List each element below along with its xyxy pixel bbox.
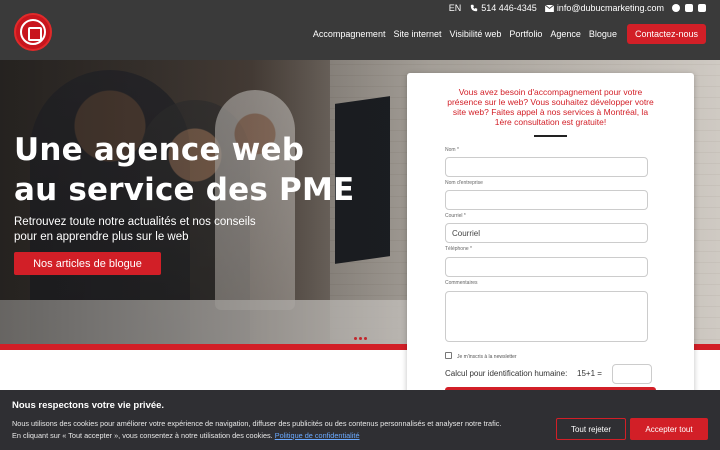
contact-form-card: Vous avez besoin d'accompagnement pour v… bbox=[407, 73, 694, 403]
newsletter-checkbox[interactable] bbox=[445, 352, 452, 359]
hero-title-line: au service des PME bbox=[14, 172, 355, 208]
email-field[interactable]: Courriel bbox=[445, 223, 648, 243]
social-links bbox=[672, 4, 706, 12]
comments-field[interactable] bbox=[445, 291, 648, 342]
language-switch[interactable]: EN bbox=[449, 3, 462, 13]
main-nav: Accompagnement Site internet Visibilité … bbox=[313, 24, 706, 44]
phone-label: Téléphone * bbox=[445, 246, 472, 252]
privacy-policy-link[interactable]: Politique de confidentialité bbox=[275, 431, 360, 440]
instagram-icon[interactable] bbox=[685, 4, 693, 12]
comments-label: Commentaires bbox=[445, 280, 478, 286]
carousel-dots bbox=[354, 337, 367, 340]
email-link[interactable]: info@dubucmarketing.com bbox=[544, 3, 664, 13]
newsletter-label: Je m'inscris à la newsletter bbox=[457, 354, 517, 360]
top-contact-bar: EN 514 446-4345 info@dubucmarketing.com bbox=[449, 2, 706, 14]
company-field[interactable] bbox=[445, 190, 648, 210]
name-label: Nom * bbox=[445, 147, 459, 153]
cookie-text: Nous utilisons des cookies pour améliore… bbox=[12, 418, 557, 442]
reject-all-button[interactable]: Tout rejeter bbox=[556, 418, 626, 440]
cookie-text-line: Nous utilisons des cookies pour améliore… bbox=[12, 419, 502, 428]
nav-accompagnement[interactable]: Accompagnement bbox=[313, 29, 386, 39]
cookie-title: Nous respectons votre vie privée. bbox=[12, 400, 165, 411]
name-field[interactable] bbox=[445, 157, 648, 177]
nav-visibilite-web[interactable]: Visibilité web bbox=[449, 29, 501, 39]
nav-site-internet[interactable]: Site internet bbox=[393, 29, 441, 39]
carousel-dot[interactable] bbox=[359, 337, 362, 340]
envelope-icon bbox=[544, 4, 554, 13]
captcha-label: Calcul pour identification humaine: bbox=[445, 369, 568, 378]
form-intro: Vous avez besoin d'accompagnement pour v… bbox=[447, 87, 654, 127]
carousel-dot[interactable] bbox=[354, 337, 357, 340]
nav-agence[interactable]: Agence bbox=[550, 29, 581, 39]
cookie-text-line: En cliquant sur « Tout accepter », vous … bbox=[12, 430, 557, 442]
nav-portfolio[interactable]: Portfolio bbox=[509, 29, 542, 39]
captcha-question: 15+1 = bbox=[577, 369, 602, 378]
divider bbox=[534, 135, 567, 137]
phone-number: 514 446-4345 bbox=[481, 3, 537, 13]
captcha-answer-field[interactable] bbox=[612, 364, 652, 384]
linkedin-icon[interactable] bbox=[698, 4, 706, 12]
email-address: info@dubucmarketing.com bbox=[556, 3, 664, 13]
accept-all-button[interactable]: Accepter tout bbox=[630, 418, 708, 440]
cookie-banner: Nous respectons votre vie privée. Nous u… bbox=[0, 390, 720, 450]
email-label: Courriel * bbox=[445, 213, 466, 219]
facebook-icon[interactable] bbox=[672, 4, 680, 12]
contact-button[interactable]: Contactez-nous bbox=[626, 24, 706, 44]
hero-title: Une agence web au service des PME bbox=[14, 130, 354, 210]
dubuc-marketing-logo[interactable] bbox=[14, 13, 52, 51]
blog-articles-button[interactable]: Nos articles de blogue bbox=[14, 252, 161, 275]
logo-mark bbox=[20, 19, 46, 45]
site-header: EN 514 446-4345 info@dubucmarketing.com … bbox=[0, 0, 720, 60]
company-label: Nom d'entreprise bbox=[445, 180, 483, 186]
phone-icon bbox=[469, 4, 478, 13]
phone-field[interactable] bbox=[445, 257, 648, 277]
hero-title-line: Une agence web bbox=[14, 132, 305, 168]
cookie-text-fragment: En cliquant sur « Tout accepter », vous … bbox=[12, 431, 273, 440]
nav-blogue[interactable]: Blogue bbox=[589, 29, 617, 39]
carousel-dot[interactable] bbox=[364, 337, 367, 340]
phone-link[interactable]: 514 446-4345 bbox=[469, 3, 537, 13]
hero-subtitle: Retrouvez toute notre actualités et nos … bbox=[14, 216, 256, 243]
